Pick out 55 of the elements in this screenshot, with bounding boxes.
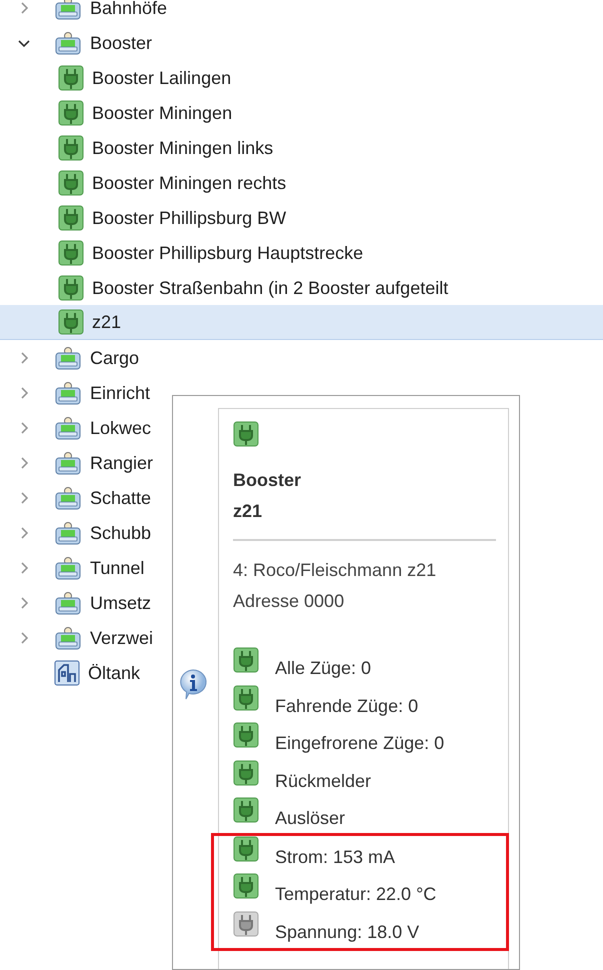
status-text: Fahrende Züge: 0 <box>275 694 418 716</box>
tree-item[interactable]: Booster Phillipsburg Hauptstrecke <box>92 242 364 264</box>
tree-item[interactable]: Verzwei <box>90 626 154 648</box>
inbox-icon <box>54 624 82 650</box>
tree-item[interactable]: Schubb <box>90 522 152 544</box>
status-text: Alle Züge: 0 <box>275 657 372 679</box>
tree-item[interactable]: Umsetz <box>90 592 152 614</box>
tree-item[interactable]: Booster Miningen rechts <box>92 172 286 194</box>
plug-icon <box>58 100 84 126</box>
plug-icon <box>58 64 84 90</box>
inbox-icon <box>54 380 82 406</box>
building-icon <box>54 660 80 686</box>
tree-item[interactable]: Schatte <box>90 486 152 508</box>
plug-icon <box>233 421 259 447</box>
inbox-icon <box>54 0 82 20</box>
plug-icon <box>58 204 84 230</box>
status-text: Rückmelder <box>275 770 372 792</box>
inbox-icon <box>54 520 82 546</box>
tree-item[interactable]: Booster Miningen links <box>92 136 274 158</box>
plug-icon <box>58 309 84 335</box>
plug-icon <box>58 170 84 196</box>
plug-icon <box>58 134 84 160</box>
info-icon <box>178 668 208 700</box>
tree-item[interactable]: Einricht <box>90 382 150 404</box>
tooltip-title: Booster <box>233 469 302 492</box>
status-text: Spannung: 18.0 V <box>275 920 420 942</box>
description-text: 4: Roco/Fleischmann z21 <box>233 559 436 582</box>
tree-item[interactable]: Cargo <box>90 346 140 368</box>
status-text: Eingefrorene Züge: 0 <box>275 732 444 754</box>
tree-item[interactable]: Bahnhöfe <box>90 0 168 18</box>
plug-icon <box>58 240 84 266</box>
status-text: Strom: 153 mA <box>275 846 396 868</box>
selected-row[interactable]: z21 <box>0 305 603 340</box>
tree-item[interactable]: Öltank <box>88 662 140 684</box>
tree-item[interactable]: Rangier <box>90 452 154 474</box>
tree-item[interactable]: Booster Straßenbahn (in 2 Booster aufgeteilt <box>92 276 448 298</box>
tree-item[interactable]: Tunnel <box>90 556 144 578</box>
tree-item[interactable]: Booster <box>90 32 152 54</box>
inbox-icon <box>54 30 82 56</box>
tooltip-subtitle: z21 <box>233 500 262 523</box>
inbox-icon <box>54 590 82 616</box>
inbox-icon <box>54 414 82 440</box>
tree-item[interactable]: Lokwec <box>90 416 152 438</box>
inbox-icon <box>54 344 82 370</box>
tree-item[interactable]: z21 <box>92 311 122 333</box>
description-text: Adresse 0000 <box>233 590 344 613</box>
inbox-icon <box>54 554 82 580</box>
tree-item[interactable]: Booster Phillipsburg BW <box>92 206 286 228</box>
status-text: Temperatur: 22.0 °C <box>275 883 436 905</box>
tree-item[interactable]: Booster Lailingen <box>92 66 232 88</box>
inbox-icon <box>54 484 82 510</box>
status-text: Auslöser <box>275 807 346 829</box>
inbox-icon <box>54 450 82 476</box>
tree-item[interactable]: Booster Miningen <box>92 102 232 124</box>
plug-icon <box>58 274 84 300</box>
